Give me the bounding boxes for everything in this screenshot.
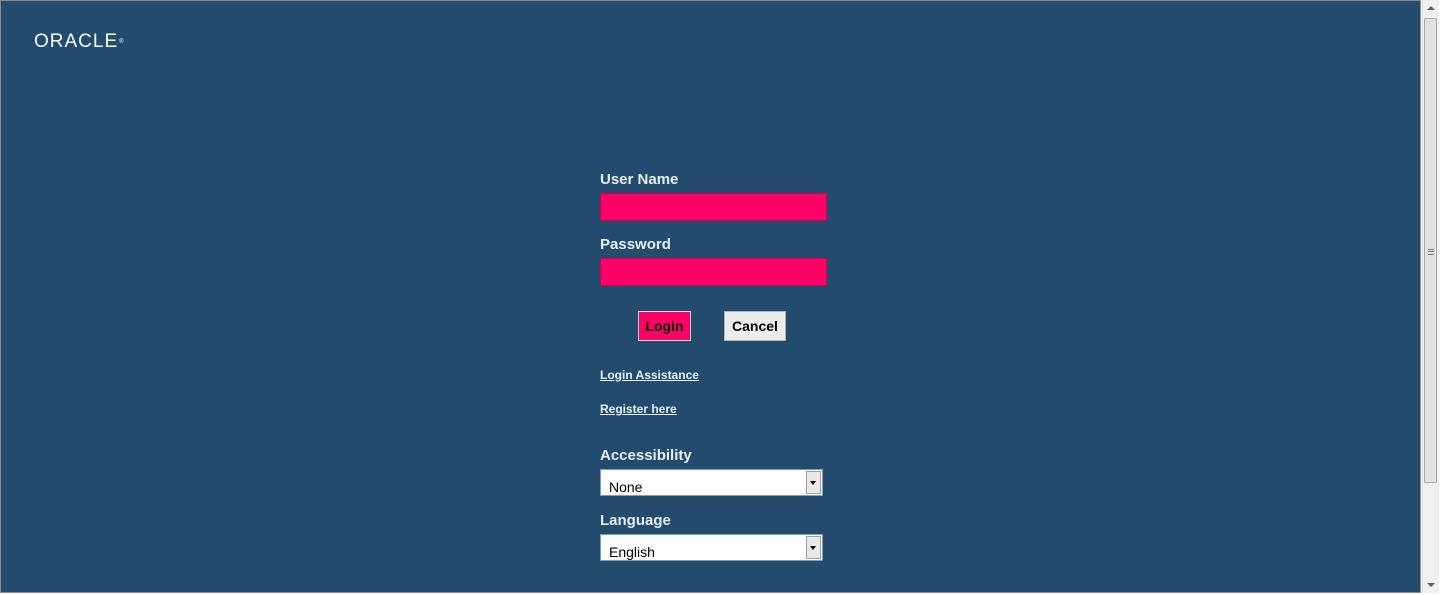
oracle-logo: ORACLE® [34, 32, 124, 52]
password-label: Password [600, 236, 671, 253]
accessibility-select-value: None [609, 479, 643, 495]
chevron-down-icon[interactable] [806, 536, 821, 559]
username-label: User Name [600, 171, 679, 188]
password-input[interactable] [600, 258, 827, 286]
cancel-button[interactable]: Cancel [724, 311, 786, 341]
chevron-down-icon[interactable] [806, 471, 821, 494]
arrow-down-icon[interactable] [1423, 577, 1439, 593]
scrollbar-thumb[interactable] [1424, 18, 1437, 483]
language-label: Language [600, 512, 671, 529]
login-button[interactable]: Login [638, 311, 691, 341]
grip-icon [1428, 249, 1434, 255]
accessibility-label: Accessibility [600, 447, 692, 464]
language-select-value: English [609, 544, 655, 560]
logo-trademark: ® [119, 39, 124, 45]
login-page: ORACLE® User Name Password Login Cancel … [0, 0, 1421, 593]
accessibility-select[interactable]: None [600, 469, 823, 496]
language-select[interactable]: English [600, 534, 823, 561]
arrow-up-icon[interactable] [1423, 0, 1439, 16]
username-input[interactable] [600, 193, 827, 221]
login-assistance-link[interactable]: Login Assistance [600, 368, 699, 382]
register-link[interactable]: Register here [600, 402, 677, 416]
vertical-scrollbar[interactable] [1422, 0, 1439, 593]
logo-text: ORACLE [34, 31, 119, 52]
